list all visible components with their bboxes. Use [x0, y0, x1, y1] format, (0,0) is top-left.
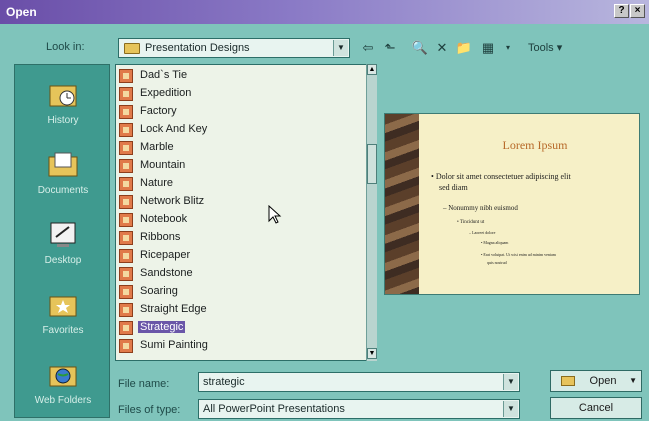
- presentation-icon: [119, 321, 133, 335]
- file-type-label: Files of type:: [118, 404, 181, 416]
- cancel-button-label: Cancel: [578, 402, 614, 414]
- desktop-icon: [50, 222, 76, 247]
- list-item[interactable]: Factory: [119, 103, 359, 121]
- file-type-dropdown[interactable]: All PowerPoint Presentations ▼: [198, 399, 520, 419]
- place-label: Web Folders: [34, 395, 92, 406]
- scroll-down-icon[interactable]: ▼: [367, 348, 377, 359]
- preview-title: Lorem Ipsum: [502, 138, 568, 152]
- mouse-cursor-icon: [268, 205, 282, 224]
- history-icon: [49, 85, 77, 107]
- scroll-thumb[interactable]: [367, 144, 377, 184]
- presentation-icon: [119, 213, 133, 227]
- up-folder-icon[interactable]: ⬑: [380, 38, 400, 58]
- file-name-field[interactable]: strategic ▼: [198, 372, 520, 392]
- look-in-dropdown[interactable]: Presentation Designs ▼: [118, 38, 350, 58]
- presentation-icon: [119, 69, 133, 83]
- open-button-label: Open: [589, 375, 617, 387]
- scroll-up-icon[interactable]: ▲: [367, 64, 377, 75]
- file-name-label: File name:: [118, 378, 170, 390]
- presentation-icon: [119, 159, 133, 173]
- list-item[interactable]: Soaring: [119, 283, 359, 301]
- preview-bullet-3: • Tincidunt ut: [457, 220, 485, 225]
- tools-label: Tools: [528, 42, 554, 54]
- chevron-down-icon[interactable]: ▼: [503, 401, 518, 417]
- chevron-down-icon[interactable]: ▼: [503, 374, 518, 390]
- place-web-folders[interactable]: Web Folders: [15, 351, 111, 421]
- place-history[interactable]: History: [15, 71, 111, 141]
- presentation-icon: [119, 231, 133, 245]
- preview-bullet-6b: quis nostrud: [487, 260, 507, 265]
- help-button[interactable]: ?: [614, 4, 629, 18]
- list-item[interactable]: Ribbons: [119, 229, 359, 247]
- list-item[interactable]: Lock And Key: [119, 121, 359, 139]
- delete-icon[interactable]: ✕: [432, 38, 452, 58]
- presentation-icon: [119, 87, 133, 101]
- open-dialog: Open ? × Look in: Presentation Designs ▼…: [0, 0, 649, 421]
- list-item[interactable]: Ricepaper: [119, 247, 359, 265]
- chevron-down-icon[interactable]: ▼: [333, 40, 348, 56]
- list-item-selected[interactable]: Strategic: [119, 319, 359, 337]
- web-folders-icon: [49, 366, 77, 387]
- preview-bullet-4: – Laoreet dolore: [469, 230, 496, 235]
- presentation-icon: [119, 339, 133, 353]
- presentation-icon: [119, 141, 133, 155]
- presentation-icon: [119, 285, 133, 299]
- views-chevron-icon[interactable]: ▾: [498, 38, 518, 58]
- presentation-icon: [119, 105, 133, 119]
- file-list[interactable]: Dad`s Tie Expedition Factory Lock And Ke…: [115, 64, 375, 361]
- preview-bullet-2: – Nonummy nibh euismod: [443, 204, 518, 212]
- place-label: Desktop: [44, 255, 82, 266]
- preview-pattern-strip: [385, 114, 419, 294]
- list-item[interactable]: Sandstone: [119, 265, 359, 283]
- place-label: Favorites: [42, 325, 84, 336]
- list-item[interactable]: Straight Edge: [119, 301, 359, 319]
- folder-icon: [124, 43, 140, 54]
- file-list-scrollbar[interactable]: ▲ ▼: [366, 64, 377, 361]
- place-desktop[interactable]: Desktop: [15, 211, 111, 281]
- presentation-icon: [119, 123, 133, 137]
- list-item[interactable]: Sumi Painting: [119, 337, 359, 355]
- list-item[interactable]: Dad`s Tie: [119, 67, 359, 85]
- list-item[interactable]: Marble: [119, 139, 359, 157]
- new-folder-icon[interactable]: 📁: [454, 38, 474, 58]
- preview-bullet-6: • Erat volutpat. Ut wisi enim ad minim v…: [481, 252, 556, 257]
- preview-bullet-1b: sed diam: [439, 183, 468, 192]
- preview-bullet-5: • Magna aliquam: [481, 240, 509, 245]
- look-in-label: Look in:: [46, 41, 85, 53]
- preview-pane: Lorem Ipsum • Dolor sit amet consectetue…: [384, 113, 640, 295]
- list-item[interactable]: Mountain: [119, 157, 359, 175]
- presentation-icon: [119, 303, 133, 317]
- presentation-icon: [119, 249, 133, 263]
- search-web-icon[interactable]: 🔍: [410, 38, 430, 58]
- place-favorites[interactable]: Favorites: [15, 281, 111, 351]
- open-button[interactable]: Open ▼: [550, 370, 642, 392]
- title-bar[interactable]: Open ? ×: [0, 0, 649, 24]
- views-icon[interactable]: ▦: [478, 38, 498, 58]
- chevron-down-icon[interactable]: ▼: [629, 371, 637, 391]
- places-bar: History Documents Desktop Favorites Web …: [14, 64, 110, 418]
- place-label: History: [47, 115, 79, 126]
- list-item[interactable]: Expedition: [119, 85, 359, 103]
- favorites-icon: [49, 296, 77, 317]
- list-item[interactable]: Nature: [119, 175, 359, 193]
- tools-menu[interactable]: Tools ▾: [528, 41, 562, 54]
- presentation-icon: [119, 177, 133, 191]
- list-item[interactable]: Notebook: [119, 211, 359, 229]
- back-icon[interactable]: ⇦: [358, 38, 378, 58]
- window-title: Open: [6, 5, 37, 19]
- look-in-value: Presentation Designs: [145, 42, 250, 54]
- cancel-button[interactable]: Cancel: [550, 397, 642, 419]
- open-folder-icon: [561, 376, 575, 386]
- file-type-value: All PowerPoint Presentations: [203, 403, 345, 415]
- place-documents[interactable]: Documents: [15, 141, 111, 211]
- documents-icon: [48, 152, 78, 177]
- list-item[interactable]: Network Blitz: [119, 193, 359, 211]
- presentation-icon: [119, 195, 133, 209]
- presentation-icon: [119, 267, 133, 281]
- preview-bullet-1: • Dolor sit amet consectetuer adipiscing…: [431, 172, 571, 181]
- file-name-value: strategic: [203, 376, 245, 388]
- close-button[interactable]: ×: [630, 4, 645, 18]
- place-label: Documents: [37, 185, 89, 196]
